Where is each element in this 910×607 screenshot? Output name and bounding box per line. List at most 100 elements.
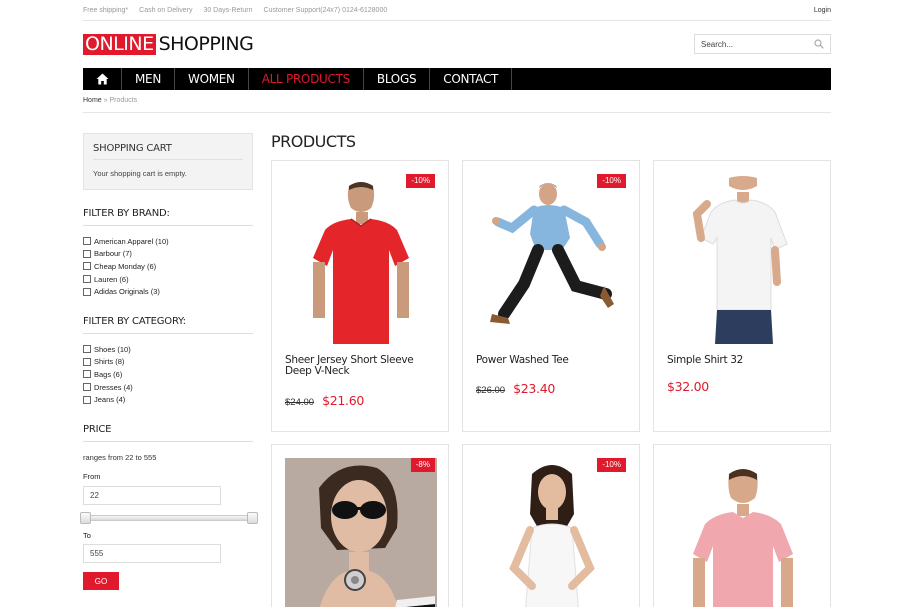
nav-home[interactable]	[83, 68, 122, 90]
home-icon	[96, 73, 108, 85]
product-card[interactable]: -10% Sheer Jersey Short Sleeve Deep V-Ne…	[271, 160, 449, 432]
product-name[interactable]: Power Washed Tee	[476, 355, 631, 366]
price-from-input[interactable]	[83, 486, 221, 505]
brand-filter-item[interactable]: Lauren (6)	[83, 273, 169, 286]
old-price: $26.00	[476, 385, 506, 396]
nav-item-blogs[interactable]: BLOGS	[364, 68, 431, 90]
go-button[interactable]: GO	[83, 572, 119, 590]
from-label: From	[83, 472, 101, 481]
discount-badge: -8%	[410, 458, 435, 472]
brand-label: Lauren (6)	[94, 274, 129, 284]
main-nav: MEN WOMEN ALL PRODUCTS BLOGS CONTACT	[83, 68, 831, 90]
product-price-block: $26.00 $23.40	[476, 381, 555, 396]
shopping-cart-box: SHOPPING CART Your shopping cart is empt…	[83, 133, 253, 190]
product-card[interactable]: -10% Power Washed Tee $26.00 $23.40	[462, 160, 640, 432]
category-label: Bags (6)	[94, 369, 123, 379]
product-image-red-tshirt-man[interactable]	[285, 174, 437, 344]
breadcrumb-home[interactable]: Home	[83, 97, 102, 104]
checkbox[interactable]	[83, 249, 91, 258]
nav-item-women[interactable]: WOMEN	[175, 68, 249, 90]
search-icon[interactable]	[814, 39, 824, 49]
brand-filter-item[interactable]: Adidas Originals (3)	[83, 285, 169, 298]
brand-filter-title: FILTER BY BRAND:	[83, 208, 253, 226]
search-box	[694, 34, 831, 54]
product-card[interactable]	[653, 444, 831, 607]
product-image-pink-tshirt-man[interactable]	[667, 458, 819, 607]
checkbox[interactable]	[83, 345, 91, 354]
cash-on-delivery-text: Cash on Delivery	[139, 6, 193, 14]
brand-filter-item[interactable]: American Apparel (10)	[83, 235, 169, 248]
brand-label: American Apparel (10)	[94, 236, 169, 246]
category-filter-item[interactable]: Jeans (4)	[83, 393, 133, 406]
free-shipping-text: Free shipping*	[83, 6, 129, 14]
category-filter-item[interactable]: Dresses (4)	[83, 381, 133, 394]
discount-badge: -10%	[597, 174, 626, 188]
top-info-list: Free shipping* Cash on Delivery 30 Days-…	[83, 7, 387, 14]
category-label: Shirts (8)	[94, 357, 125, 367]
product-image-white-tshirt-woman[interactable]	[667, 174, 819, 344]
old-price: $24.00	[285, 397, 315, 408]
nav-item-men[interactable]: MEN	[122, 68, 176, 90]
category-label: Jeans (4)	[94, 395, 126, 405]
nav-item-contact[interactable]: CONTACT	[430, 68, 513, 90]
product-name[interactable]: Simple Shirt 32	[667, 355, 822, 366]
products-title: PRODUCTS	[271, 132, 356, 151]
cart-empty-text: Your shopping cart is empty.	[93, 169, 187, 178]
price-title: PRICE	[83, 424, 253, 442]
product-card[interactable]: -10%	[462, 444, 640, 607]
checkbox[interactable]	[83, 383, 91, 392]
product-image-white-top-woman[interactable]	[476, 458, 628, 607]
product-card[interactable]: Simple Shirt 32 $32.00	[653, 160, 831, 432]
slider-handle-max[interactable]	[247, 512, 258, 524]
price-slider[interactable]	[80, 512, 258, 524]
category-label: Shoes (10)	[94, 344, 131, 354]
slider-handle-min[interactable]	[80, 512, 91, 524]
return-policy-text: 30 Days-Return	[203, 6, 253, 14]
product-card[interactable]: -8%	[271, 444, 449, 607]
top-bar: Free shipping* Cash on Delivery 30 Days-…	[83, 0, 831, 21]
brand-label: Cheap Monday (6)	[94, 261, 157, 271]
checkbox[interactable]	[83, 237, 91, 246]
category-filter-item[interactable]: Shoes (10)	[83, 343, 133, 356]
brand-filter-list: American Apparel (10) Barbour (7) Cheap …	[83, 235, 169, 298]
slider-track[interactable]	[84, 515, 254, 521]
logo-part-online: ONLINE	[83, 33, 156, 55]
price-range-text: ranges from 22 to 555	[83, 453, 157, 462]
checkbox[interactable]	[83, 395, 91, 404]
breadcrumb: Home » Products	[83, 97, 137, 104]
checkbox[interactable]	[83, 370, 91, 379]
logo-part-shopping: SHOPPING	[158, 33, 254, 55]
current-price: $32.00	[667, 379, 709, 394]
checkbox[interactable]	[83, 287, 91, 296]
category-filter-item[interactable]: Bags (6)	[83, 368, 133, 381]
breadcrumb-separator: »	[103, 97, 108, 104]
brand-label: Barbour (7)	[94, 249, 132, 259]
brand-filter-item[interactable]: Barbour (7)	[83, 248, 169, 261]
divider	[83, 112, 831, 113]
discount-badge: -10%	[597, 458, 626, 472]
category-filter-list: Shoes (10) Shirts (8) Bags (6) Dresses (…	[83, 343, 133, 406]
current-price: $23.40	[513, 381, 556, 396]
cart-title: SHOPPING CART	[93, 143, 243, 160]
breadcrumb-current: Products	[109, 97, 138, 104]
category-filter-title: FILTER BY CATEGORY:	[83, 316, 253, 334]
checkbox[interactable]	[83, 357, 91, 366]
product-price-block: $24.00 $21.60	[285, 393, 364, 408]
product-image-jumping-man[interactable]	[476, 174, 628, 344]
checkbox[interactable]	[83, 275, 91, 284]
category-filter-item[interactable]: Shirts (8)	[83, 356, 133, 369]
to-label: To	[83, 531, 91, 540]
search-input[interactable]	[701, 39, 811, 49]
product-image-sunglasses-woman[interactable]	[285, 458, 437, 607]
nav-item-all-products[interactable]: ALL PRODUCTS	[249, 68, 364, 90]
login-link[interactable]: Login	[814, 7, 831, 14]
checkbox[interactable]	[83, 262, 91, 271]
product-name[interactable]: Sheer Jersey Short Sleeve Deep V-Neck	[285, 355, 440, 377]
customer-support-text: Customer Support(24x7) 0124-6128000	[263, 6, 388, 14]
category-label: Dresses (4)	[94, 382, 133, 392]
site-logo[interactable]: ONLINE SHOPPING	[83, 33, 254, 55]
brand-filter-item[interactable]: Cheap Monday (6)	[83, 260, 169, 273]
product-price-block: $32.00	[667, 379, 709, 394]
current-price: $21.60	[322, 393, 365, 408]
price-to-input[interactable]	[83, 544, 221, 563]
